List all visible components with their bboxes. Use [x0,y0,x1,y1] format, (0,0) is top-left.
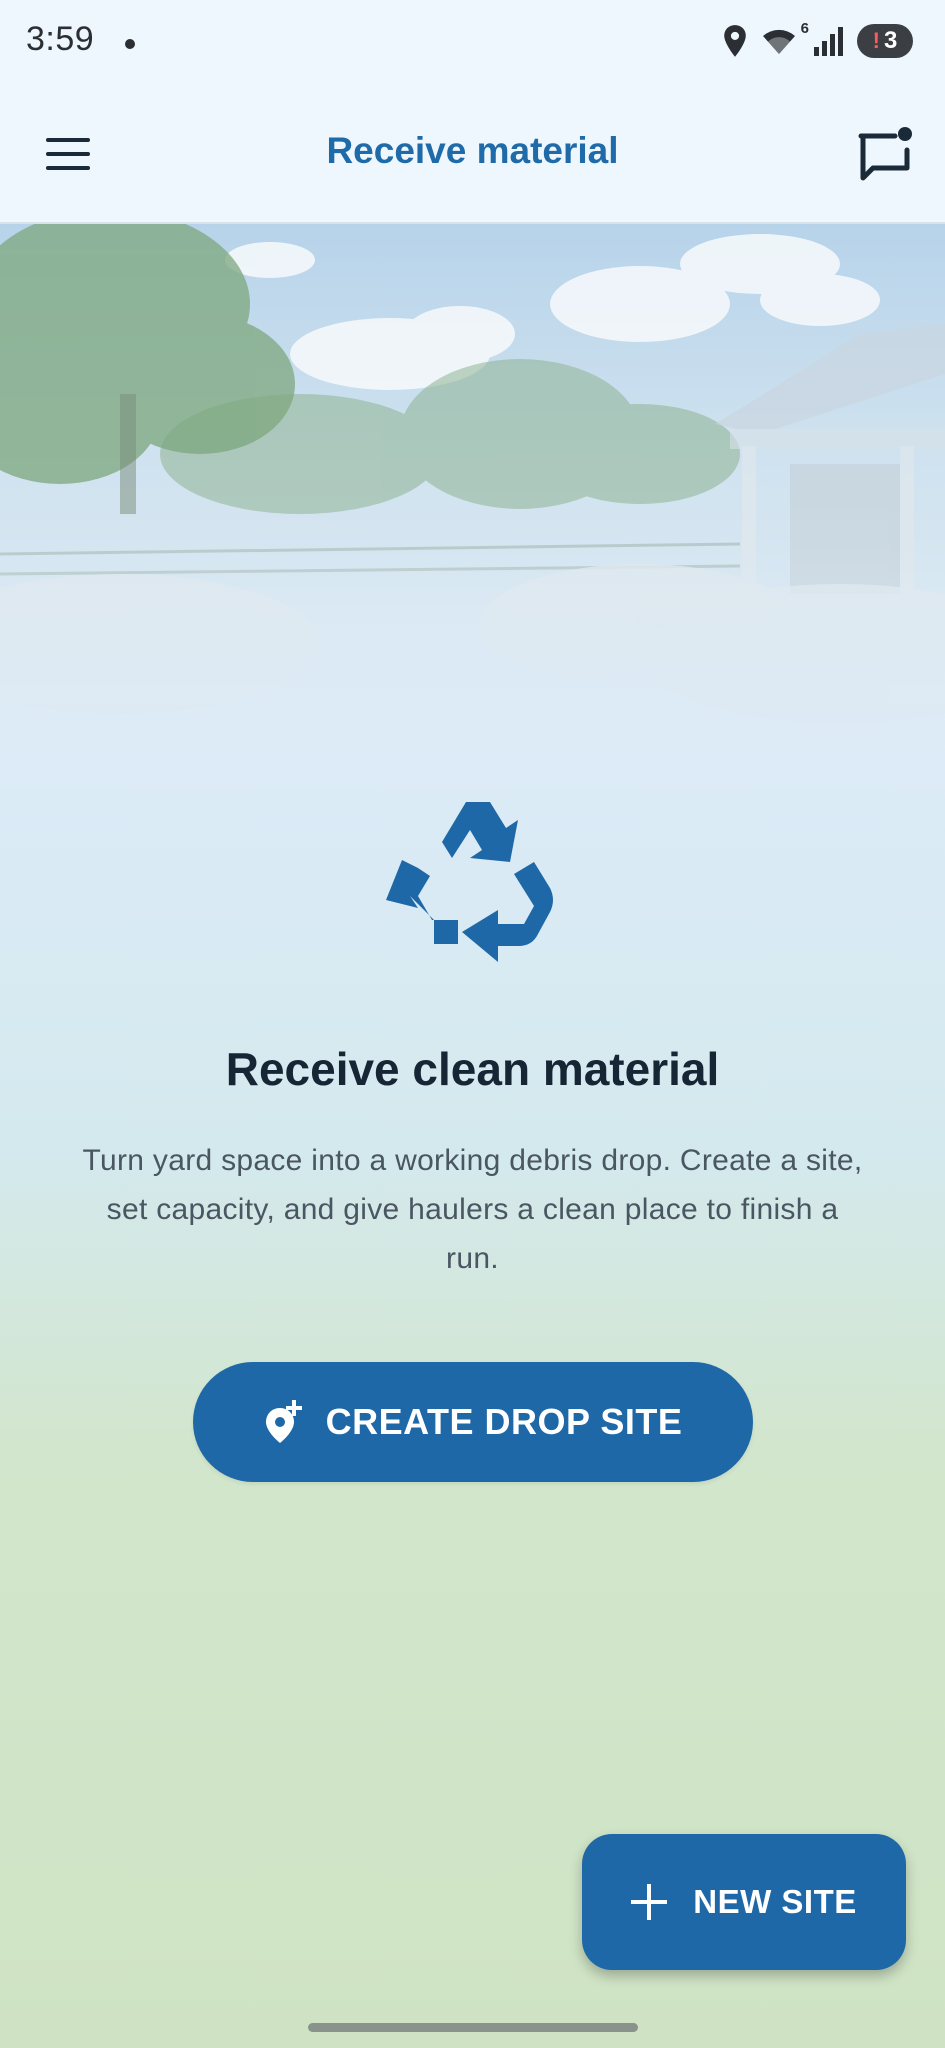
new-site-label: NEW SITE [693,1883,857,1920]
battery-level: 3 [883,27,898,54]
location-icon [724,25,746,57]
wifi-badge: 6 [800,20,809,37]
new-site-fab[interactable]: NEW SITE [582,1834,906,1970]
create-drop-site-button[interactable]: CREATE DROP SITE [193,1362,753,1482]
status-icons: 6 ! 3 [721,20,913,58]
signal-icon [814,27,843,56]
create-drop-site-label: CREATE DROP SITE [325,1401,683,1442]
empty-state-description: Turn yard space into a working debris dr… [82,1144,863,1275]
battery-alert-icon: ! [872,28,880,53]
home-indicator[interactable] [308,2023,638,2032]
status-time: 3:59 [26,20,95,58]
recycle-icon [386,802,553,962]
status-bar: 3:59 6 ! 3 [0,0,945,88]
empty-state-headline: Receive clean material [225,1043,720,1095]
chat-notification-icon [858,127,912,181]
chat-button[interactable] [855,124,915,184]
hero-fade-overlay [0,544,945,784]
wifi-indicator: 6 [759,20,809,58]
battery-indicator: ! 3 [857,24,913,58]
notification-dot-icon [125,39,135,49]
app-bar: Receive material [0,88,945,224]
add-location-icon [265,1400,302,1443]
wifi-icon [763,29,795,54]
hero-image [0,224,945,784]
page-title: Receive material [326,130,619,171]
plus-icon [631,1884,668,1920]
